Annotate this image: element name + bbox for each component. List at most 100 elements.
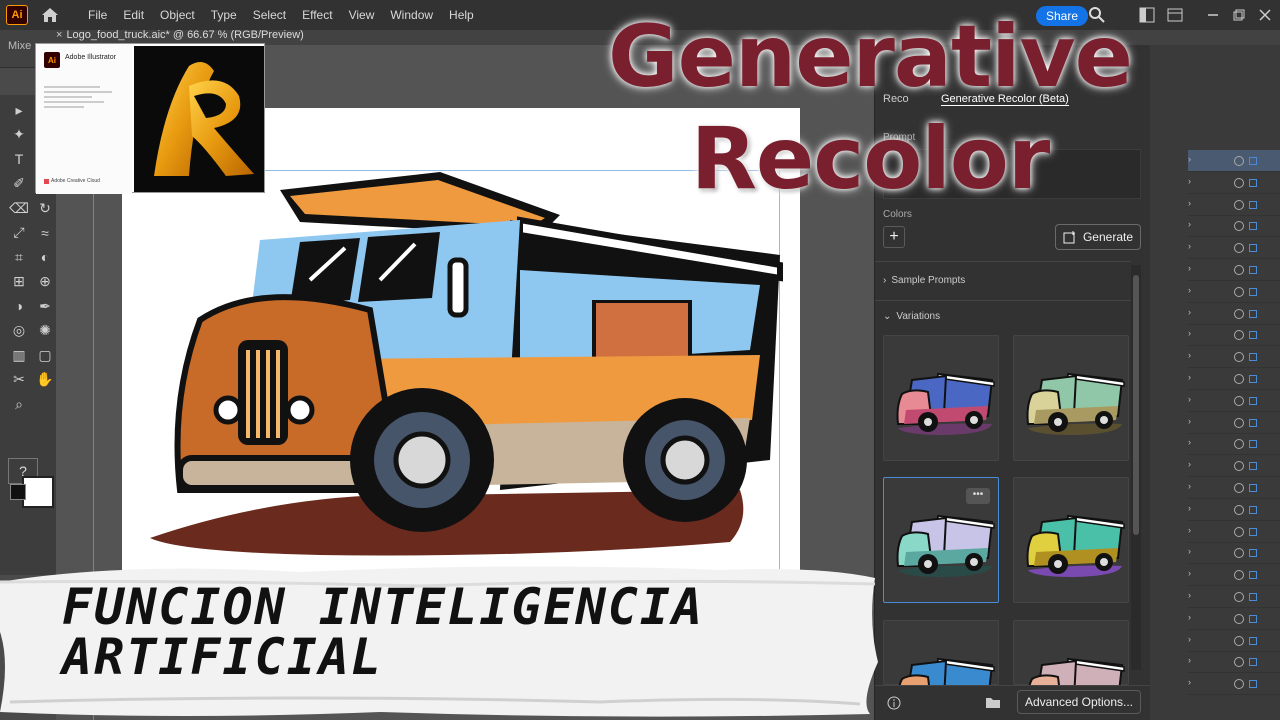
variation-thumbnail[interactable] xyxy=(1013,335,1129,461)
layer-row[interactable]: › xyxy=(1188,412,1280,434)
selection-indicator-icon[interactable] xyxy=(1249,178,1257,187)
fill-swatch[interactable] xyxy=(10,484,26,500)
expand-arrow-icon[interactable]: › xyxy=(1188,350,1191,360)
layer-row[interactable]: › xyxy=(1188,455,1280,478)
target-icon[interactable] xyxy=(1234,221,1244,232)
expand-arrow-icon[interactable]: › xyxy=(1188,241,1191,251)
expand-arrow-icon[interactable]: › xyxy=(1188,263,1191,273)
target-icon[interactable] xyxy=(1234,635,1244,646)
target-icon[interactable] xyxy=(1234,657,1244,668)
selection-indicator-icon[interactable] xyxy=(1249,484,1257,492)
expand-arrow-icon[interactable]: › xyxy=(1188,481,1191,491)
selection-indicator-icon[interactable] xyxy=(1249,222,1257,231)
selection-indicator-icon[interactable] xyxy=(1249,680,1257,689)
variations-section[interactable]: ⌄ Variations xyxy=(883,311,940,322)
free-transform-tool-icon[interactable]: ⌗ xyxy=(10,248,28,266)
target-icon[interactable] xyxy=(1234,570,1244,581)
expand-arrow-icon[interactable]: › xyxy=(1188,219,1191,229)
expand-arrow-icon[interactable]: › xyxy=(1188,437,1191,447)
minimize-icon[interactable] xyxy=(1204,6,1222,24)
expand-arrow-icon[interactable]: › xyxy=(1188,546,1191,556)
layer-row[interactable]: › xyxy=(1188,368,1280,390)
magic-wand-tool-icon[interactable]: ✦ xyxy=(10,126,28,144)
advanced-options-button[interactable]: Advanced Options... xyxy=(1017,690,1141,714)
target-icon[interactable] xyxy=(1234,526,1244,537)
expand-arrow-icon[interactable]: › xyxy=(1188,416,1191,426)
sample-prompts-section[interactable]: › Sample Prompts xyxy=(883,275,965,286)
layer-row[interactable]: › xyxy=(1188,477,1280,499)
scale-tool-icon[interactable]: ⤢ xyxy=(10,224,28,242)
expand-arrow-icon[interactable]: › xyxy=(1188,328,1191,338)
more-options-button[interactable]: ••• xyxy=(966,488,990,504)
expand-arrow-icon[interactable]: › xyxy=(1188,655,1191,665)
layer-row[interactable]: › xyxy=(1188,630,1280,652)
variation-thumbnail[interactable] xyxy=(883,335,999,461)
type-tool-icon[interactable]: T xyxy=(10,150,28,168)
selection-indicator-icon[interactable] xyxy=(1249,614,1257,623)
selection-indicator-icon[interactable] xyxy=(1249,658,1257,667)
stroke-swatch[interactable] xyxy=(22,476,54,508)
layer-row[interactable]: › xyxy=(1188,586,1280,608)
add-color-button[interactable]: + xyxy=(883,226,905,248)
variation-thumbnail[interactable] xyxy=(883,620,999,720)
variation-thumbnail[interactable] xyxy=(1013,620,1129,720)
rotate-tool-icon[interactable]: ↻ xyxy=(36,199,54,217)
target-icon[interactable] xyxy=(1234,156,1244,166)
selection-indicator-icon[interactable] xyxy=(1249,375,1257,383)
layer-row[interactable]: › xyxy=(1188,499,1280,521)
selection-indicator-icon[interactable] xyxy=(1249,636,1257,645)
layer-row[interactable]: › xyxy=(1188,303,1280,325)
expand-arrow-icon[interactable]: › xyxy=(1188,459,1191,469)
selection-indicator-icon[interactable] xyxy=(1249,396,1257,405)
layer-row[interactable]: › xyxy=(1188,172,1280,194)
target-icon[interactable] xyxy=(1234,330,1244,341)
expand-arrow-icon[interactable]: › xyxy=(1188,612,1191,622)
restore-icon[interactable] xyxy=(1230,6,1248,24)
selection-indicator-icon[interactable] xyxy=(1249,309,1257,318)
home-icon[interactable] xyxy=(40,5,60,25)
layer-row[interactable]: › xyxy=(1188,150,1280,172)
menu-help[interactable]: Help xyxy=(441,0,482,30)
selection-indicator-icon[interactable] xyxy=(1249,287,1257,296)
expand-arrow-icon[interactable]: › xyxy=(1188,590,1191,600)
slice-tool-icon[interactable]: ✂ xyxy=(10,371,28,389)
target-icon[interactable] xyxy=(1234,265,1244,275)
expand-arrow-icon[interactable]: › xyxy=(1188,307,1191,317)
target-icon[interactable] xyxy=(1234,679,1244,690)
info-icon[interactable] xyxy=(887,696,901,710)
zoom-tool-icon[interactable]: ⌕ xyxy=(10,395,28,413)
perspective-tool-icon[interactable]: ⊞ xyxy=(10,273,28,291)
target-icon[interactable] xyxy=(1234,461,1244,472)
target-icon[interactable] xyxy=(1234,352,1244,363)
layer-row[interactable]: › xyxy=(1188,237,1280,260)
variation-thumbnail[interactable]: ••• xyxy=(883,477,999,603)
blend-tool-icon[interactable]: ◎ xyxy=(10,322,28,340)
menu-view[interactable]: View xyxy=(341,0,383,30)
layer-row[interactable]: › xyxy=(1188,673,1280,696)
target-icon[interactable] xyxy=(1234,548,1244,559)
target-icon[interactable] xyxy=(1234,308,1244,319)
selection-indicator-icon[interactable] xyxy=(1249,571,1257,580)
generate-button[interactable]: Generate xyxy=(1055,224,1141,250)
layer-row[interactable]: › xyxy=(1188,390,1280,412)
illustrator-logo-icon[interactable]: Ai xyxy=(6,5,28,25)
selection-indicator-icon[interactable] xyxy=(1249,157,1257,165)
food-truck-illustration[interactable] xyxy=(140,160,800,580)
close-icon[interactable] xyxy=(1256,6,1274,24)
expand-arrow-icon[interactable]: › xyxy=(1188,568,1191,578)
expand-arrow-icon[interactable]: › xyxy=(1188,525,1191,535)
expand-arrow-icon[interactable]: › xyxy=(1188,503,1191,513)
layer-row[interactable]: › xyxy=(1188,324,1280,347)
mesh-tool-icon[interactable]: ⊕ xyxy=(36,273,54,291)
artboard-tool-icon[interactable]: ▢ xyxy=(36,346,54,364)
panel-scrollbar[interactable] xyxy=(1131,265,1141,670)
expand-arrow-icon[interactable]: › xyxy=(1188,285,1191,295)
expand-arrow-icon[interactable]: › xyxy=(1188,677,1191,687)
gradient-tool-icon[interactable]: ◑ xyxy=(10,297,28,315)
target-icon[interactable] xyxy=(1234,177,1244,188)
selection-indicator-icon[interactable] xyxy=(1249,200,1257,209)
target-icon[interactable] xyxy=(1234,286,1244,297)
layer-row[interactable]: › xyxy=(1188,564,1280,587)
selection-indicator-icon[interactable] xyxy=(1249,244,1257,253)
layer-row[interactable]: › xyxy=(1188,433,1280,456)
